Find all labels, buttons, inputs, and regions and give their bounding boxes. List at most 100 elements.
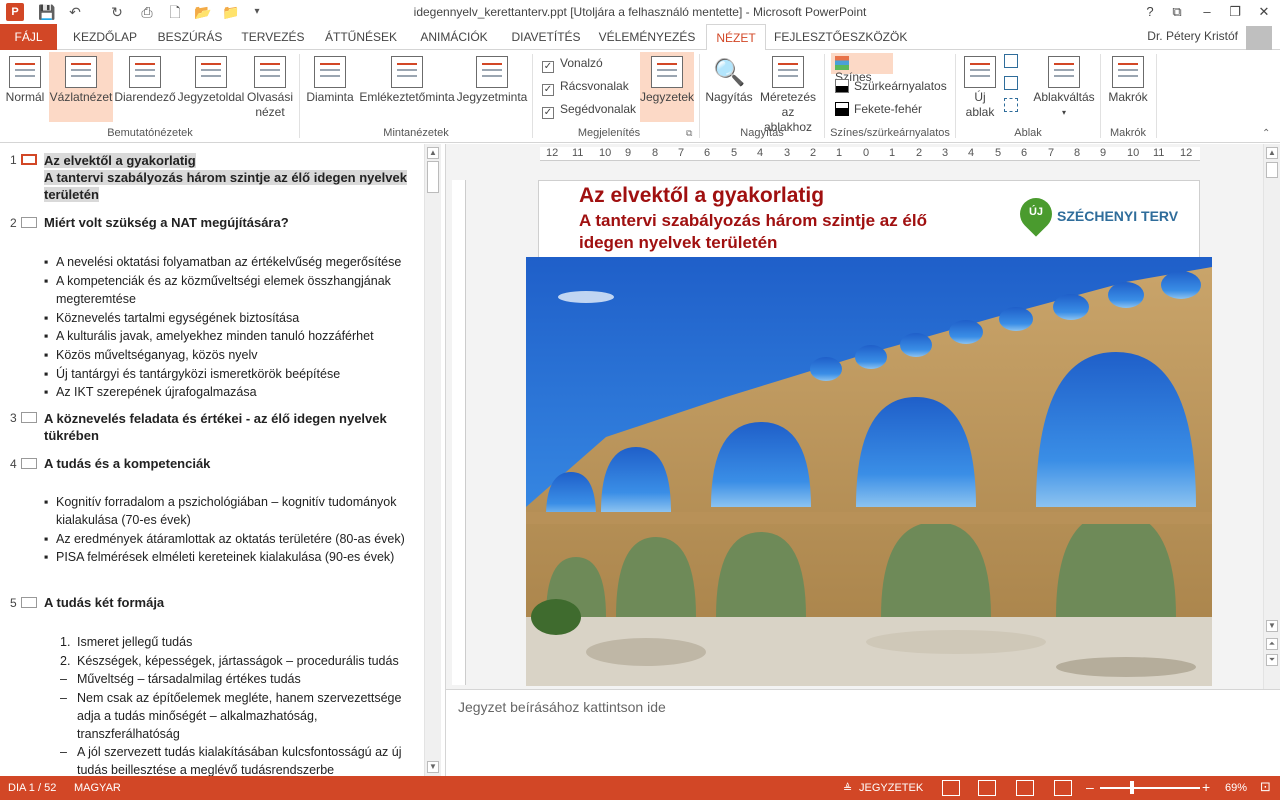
group-separator <box>1100 54 1101 138</box>
outline-pane[interactable]: 1 Az elvektől a gyakorlatig A tantervi s… <box>0 144 440 776</box>
dialog-launcher-icon[interactable]: ⧉ <box>686 128 692 139</box>
notes-page-button[interactable]: Jegyzetoldal <box>177 52 245 122</box>
tab-review[interactable]: VÉLEMÉNYEZÉS <box>596 24 698 50</box>
reading-view-button[interactable]: Olvasási nézet <box>246 52 294 124</box>
tab-design[interactable]: TERVEZÉS <box>236 24 310 50</box>
zoom-out-icon[interactable]: – <box>1086 779 1094 795</box>
notes-placeholder[interactable]: Jegyzet beírásához kattintson ide <box>458 699 666 715</box>
ruler-checkbox[interactable]: ✓ Vonalzó <box>542 56 603 73</box>
zoom-slider[interactable] <box>1100 787 1200 789</box>
close-button[interactable]: ✕ <box>1251 2 1277 22</box>
notes-toggle[interactable]: JEGYZETEK <box>859 782 923 794</box>
list-item[interactable]: ▪ A kompetenciák és az közműveltségi elem… <box>44 272 414 308</box>
tab-home[interactable]: KEZDŐLAP <box>66 24 144 50</box>
reading-view-icon <box>254 56 286 88</box>
tab-insert[interactable]: BESZÚRÁS <box>152 24 228 50</box>
gridlines-checkbox[interactable]: ✓ Rácsvonalak <box>542 79 629 96</box>
zoom-slider-thumb[interactable] <box>1130 781 1134 794</box>
list-item[interactable]: ▪ Kognitív forradalom a pszichológiában –… <box>44 493 414 529</box>
zoom-in-icon[interactable]: + <box>1202 779 1210 795</box>
ruler-tick-label: 7 <box>1048 147 1055 159</box>
new-window-button[interactable]: Új ablak <box>958 52 1002 124</box>
maximize-button[interactable]: ❐ <box>1222 2 1248 22</box>
list-item[interactable]: ▪ Köznevelés tartalmi egységének biztosít… <box>44 309 414 327</box>
slide-icon[interactable] <box>21 217 37 228</box>
list-item[interactable]: – A jól szervezett tudás kialakításában k… <box>60 743 410 776</box>
grayscale-option[interactable]: Szürkeárnyalatos <box>831 76 951 97</box>
handout-master-button[interactable]: Emlékeztetőminta <box>358 52 456 122</box>
list-item[interactable]: ▪ A nevelési oktatási folyamatban az érté… <box>44 253 414 271</box>
collapse-ribbon-icon[interactable]: ⌃ <box>1262 128 1270 139</box>
reading-view-icon[interactable] <box>1016 780 1034 796</box>
list-item[interactable]: ▪ PISA felmérések elméleti kereteinek kia… <box>44 548 414 566</box>
outline-slide-5-title[interactable]: A tudás két formája <box>44 594 419 611</box>
scroll-down-icon[interactable]: ▼ <box>1266 620 1278 632</box>
list-item[interactable]: – Nem csak az építőelemek megléte, hanem … <box>60 689 410 743</box>
list-item[interactable]: ▪ Az IKT szerepének újrafogalmazása <box>44 383 414 401</box>
outline-scrollbar[interactable]: ▲ ▼ <box>424 144 441 776</box>
tab-slideshow[interactable]: DIAVETÍTÉS <box>504 24 588 50</box>
slideshow-icon[interactable] <box>1054 780 1072 796</box>
minimize-button[interactable]: – <box>1194 2 1220 22</box>
language-indicator[interactable]: MAGYAR <box>74 782 121 794</box>
scroll-thumb[interactable] <box>1266 162 1278 178</box>
scroll-up-icon[interactable]: ▲ <box>1266 147 1278 159</box>
outline-slide-3-title[interactable]: A köznevelés feladata és értékei - az él… <box>44 410 394 444</box>
outline-view-button[interactable]: Vázlatnézet <box>49 52 113 122</box>
ribbon-display-button[interactable]: ⧉ <box>1164 2 1190 22</box>
slide-master-button[interactable]: Diaminta <box>302 52 358 122</box>
cascade-icon[interactable] <box>1004 76 1018 90</box>
fit-to-window-button[interactable]: Méretezés az ablakhoz <box>756 52 820 134</box>
slide-icon[interactable] <box>21 154 37 165</box>
list-item[interactable]: 2. Készségek, képességek, jártasságok – p… <box>60 652 410 670</box>
scroll-up-icon[interactable]: ▲ <box>427 147 439 159</box>
tab-transitions[interactable]: ÁTTŰNÉSEK <box>318 24 404 50</box>
scroll-thumb[interactable] <box>427 161 439 193</box>
user-name[interactable]: Dr. Pétery Kristóf <box>1147 29 1238 43</box>
zoom-button[interactable]: 🔍 Nagyítás <box>702 52 756 122</box>
outline-slide-4-title[interactable]: A tudás és a kompetenciák <box>44 455 419 472</box>
next-slide-icon[interactable]: ⏷ <box>1266 654 1278 666</box>
slide-title[interactable]: Az elvektől a gyakorlatig <box>579 184 824 208</box>
list-item[interactable]: ▪ Az eredmények átáramlottak az oktatás t… <box>44 530 414 548</box>
list-item[interactable]: – Műveltség – társadalmilag értékes tudás <box>60 670 410 688</box>
slide-sorter-button[interactable]: Diarendező <box>114 52 176 122</box>
slide-subtitle[interactable]: A tantervi szabályozás három szintje az … <box>579 210 979 254</box>
notes-pane[interactable]: Jegyzet beírásához kattintson ide <box>445 689 1280 776</box>
slide-icon[interactable] <box>21 597 37 608</box>
slide-icon[interactable] <box>21 412 37 423</box>
list-item[interactable]: ▪ Új tantárgyi és tantárgyközi ismeretkör… <box>44 365 414 383</box>
move-split-icon[interactable] <box>1004 98 1018 112</box>
list-item[interactable]: ▪ Közös műveltséganyag, közös nyelv <box>44 346 414 364</box>
arrange-all-icon[interactable] <box>1004 54 1018 68</box>
outline-slide-2-title[interactable]: Miért volt szükség a NAT megújítására? <box>44 214 419 231</box>
color-option[interactable]: Színes <box>831 53 893 84</box>
notes-button[interactable]: Jegyzetek <box>640 52 694 122</box>
aqueduct-photo[interactable] <box>526 257 1212 686</box>
previous-slide-icon[interactable]: ⏶ <box>1266 638 1278 650</box>
switch-windows-button[interactable]: Ablakváltás ▾ <box>1030 52 1098 124</box>
normal-view-icon[interactable] <box>942 780 960 796</box>
outline-slide-1-title[interactable]: Az elvektől a gyakorlatig A tantervi sza… <box>44 152 419 203</box>
slide-indicator[interactable]: DIA 1 / 52 <box>8 782 56 794</box>
slide-sorter-icon[interactable] <box>978 780 996 796</box>
tab-file[interactable]: FÁJL <box>0 24 57 50</box>
zoom-level[interactable]: 69% <box>1225 782 1247 794</box>
slide-scrollbar[interactable]: ▲ ▼ ⏶ ⏷ <box>1263 144 1280 689</box>
help-button[interactable]: ? <box>1137 2 1163 22</box>
black-white-option[interactable]: Fekete-fehér <box>831 99 926 120</box>
fit-slide-icon[interactable]: ⊡ <box>1260 779 1271 795</box>
tab-animations[interactable]: ANIMÁCIÓK <box>412 24 496 50</box>
macros-button[interactable]: Makrók <box>1104 52 1152 122</box>
tab-developer[interactable]: FEJLESZTŐESZKÖZÖK <box>774 24 907 50</box>
slide-icon[interactable] <box>21 458 37 469</box>
list-item[interactable]: ▪ A kulturális javak, amelyekhez minden t… <box>44 327 414 345</box>
scroll-down-icon[interactable]: ▼ <box>427 761 439 773</box>
avatar[interactable] <box>1246 26 1272 52</box>
normal-view-button[interactable]: Normál <box>2 52 48 122</box>
tab-view[interactable]: NÉZET <box>706 24 766 51</box>
notes-toggle-icon[interactable]: ≜ <box>843 782 852 795</box>
guides-checkbox[interactable]: ✓ Segédvonalak <box>542 102 636 119</box>
notes-master-button[interactable]: Jegyzetminta <box>456 52 528 122</box>
list-item[interactable]: 1. Ismeret jellegű tudás <box>60 633 410 651</box>
